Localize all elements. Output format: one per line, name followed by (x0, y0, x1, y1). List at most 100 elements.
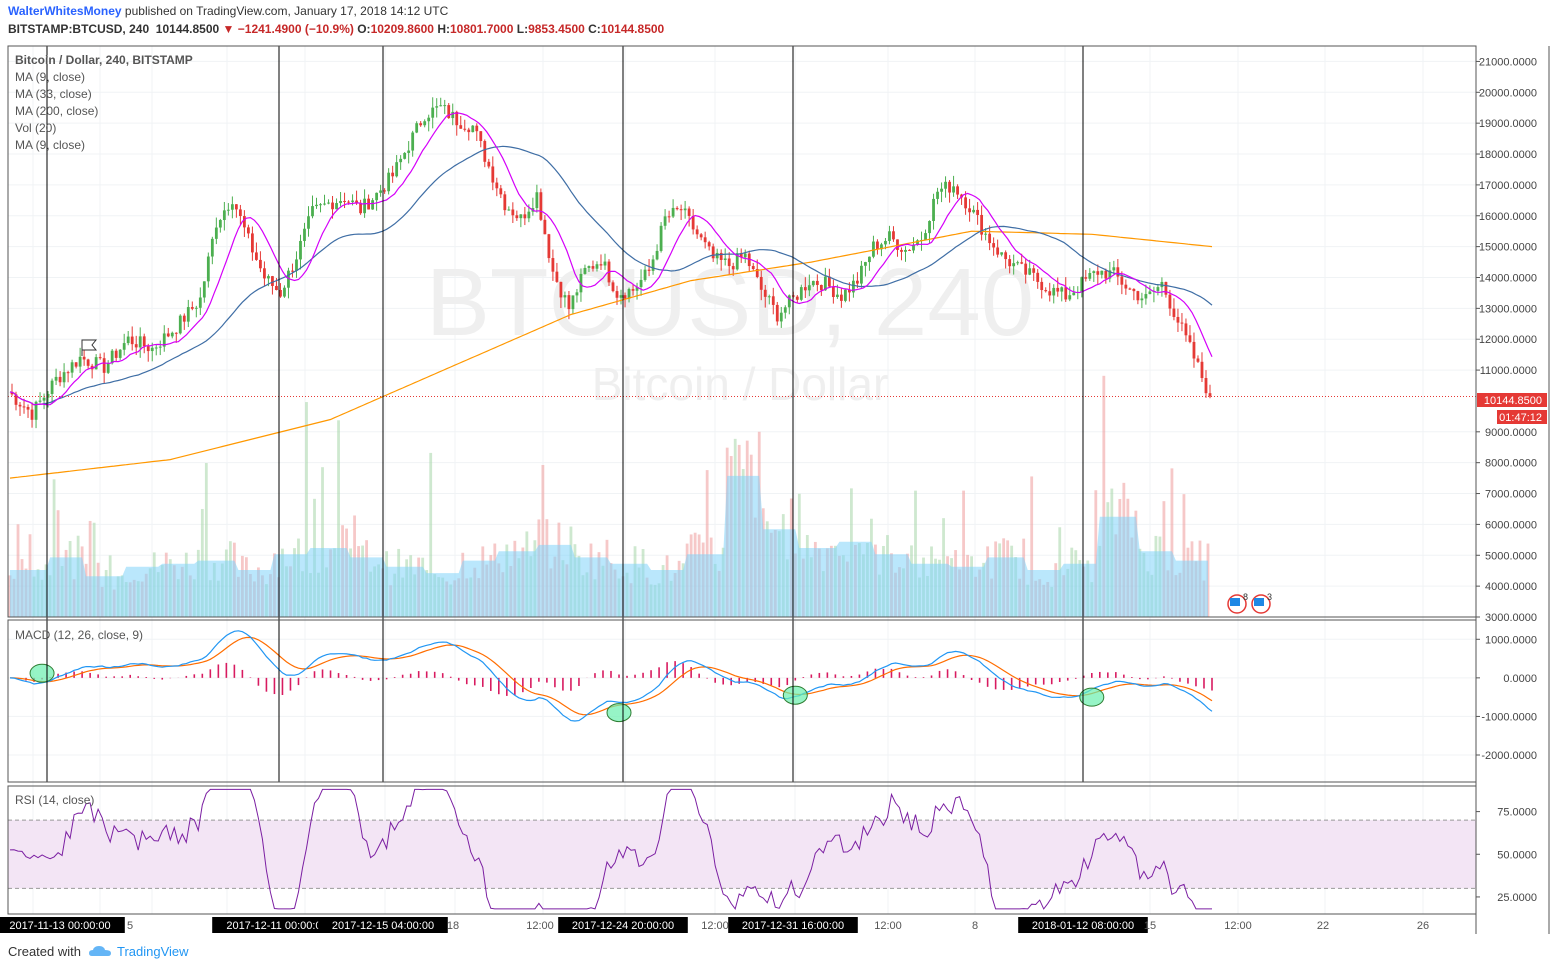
candle-body (74, 362, 78, 367)
candle-body (82, 356, 86, 360)
macd-cross-marker (782, 685, 808, 705)
candle-body (255, 252, 258, 260)
candle-body (811, 280, 815, 286)
candle-body (1008, 259, 1012, 267)
time-tick-label: 8 (972, 920, 978, 932)
candle-body (611, 282, 615, 292)
candle-body (206, 256, 210, 282)
time-tick-label: 2017-12-24 20:00:00 (572, 920, 674, 932)
candle-body (499, 188, 503, 195)
legend-ma33[interactable]: MA (33, close) (15, 87, 92, 101)
candle-body (475, 125, 479, 132)
candle-body (815, 280, 819, 285)
candle-body (18, 404, 22, 407)
candle-body (932, 198, 935, 221)
candle-body (507, 209, 511, 211)
candle-body (956, 186, 959, 195)
candle-body (771, 296, 775, 305)
candle-body (1048, 291, 1052, 296)
candle-body (1188, 335, 1192, 342)
candle-body (419, 123, 423, 126)
candle-body (142, 336, 146, 347)
candle-body (138, 336, 142, 348)
candle-body (567, 295, 571, 310)
volume-bars (8, 375, 1210, 617)
candle-body (996, 247, 1000, 255)
candle-body (363, 198, 366, 214)
candle-body (1084, 277, 1088, 279)
candle-body (924, 233, 927, 240)
candle-body (399, 158, 403, 163)
candle-body (22, 406, 26, 408)
candle-body (799, 287, 803, 300)
macd-tick-label: 1000.0000 (1485, 634, 1537, 646)
candle-body (904, 249, 907, 252)
legend-ma9-volume[interactable]: MA (9, close) (15, 138, 85, 152)
candle-body (1144, 294, 1148, 299)
candle-body (1068, 295, 1072, 300)
time-tick-label: 12:00 (874, 920, 902, 932)
candle-body (1040, 281, 1044, 291)
candle-body (194, 307, 198, 309)
candle-body (347, 201, 350, 203)
candle-body (583, 267, 587, 274)
candle-body (26, 406, 30, 410)
legend-ma9[interactable]: MA (9, close) (15, 70, 85, 84)
candle-body (587, 266, 591, 268)
legend-macd[interactable]: MACD (12, 26, close, 9) (15, 628, 143, 642)
price-tick-label: 8000.0000 (1485, 458, 1537, 470)
price-tick-label: 13000.0000 (1479, 303, 1537, 315)
tradingview-link[interactable]: TradingView (117, 944, 189, 959)
candle-body (42, 397, 46, 401)
rsi-band (8, 820, 1476, 889)
candle-body (551, 258, 555, 272)
candle-body (968, 208, 971, 213)
candle-body (210, 238, 214, 257)
candle-body (439, 105, 443, 107)
candle-body (1180, 322, 1184, 324)
event-icon-a[interactable]: 8 (1227, 592, 1248, 614)
event-icon-b[interactable]: 3 (1251, 592, 1272, 614)
candle-body (459, 125, 463, 129)
legend-ma200[interactable]: MA (200, close) (15, 104, 98, 118)
candle-body (952, 186, 955, 193)
candle-body (66, 372, 70, 374)
candle-body (198, 297, 202, 308)
watermark-name: Bitcoin / Dollar (592, 358, 889, 410)
candle-body (1196, 358, 1200, 362)
legend-volume[interactable]: Vol (20) (15, 121, 56, 135)
price-tick-label: 4000.0000 (1485, 581, 1537, 593)
time-tick-label: 22 (1317, 920, 1329, 932)
candle-body (667, 216, 671, 218)
candle-body (375, 192, 379, 201)
price-tick-label: 16000.0000 (1479, 211, 1537, 223)
time-tick-label: 2017-11-13 00:00:00 (9, 920, 110, 932)
candle-body (928, 220, 931, 234)
candle-body (976, 209, 980, 215)
legend-rsi[interactable]: RSI (14, close) (15, 793, 94, 807)
candle-body (218, 220, 222, 228)
candle-body (1072, 292, 1076, 296)
candle-body (1000, 252, 1004, 255)
candle-body (359, 202, 362, 214)
time-axis: 2017-11-13 00:00:00 5 2017-12-11 00:00:00 2… (0, 917, 1429, 933)
candle-body (988, 233, 992, 244)
rsi-tick-label: 75.0000 (1497, 807, 1537, 819)
candle-body (831, 286, 835, 298)
candle-body (819, 284, 823, 291)
price-tick-label: 9000.0000 (1485, 427, 1537, 439)
tradingview-cloud-icon (88, 945, 111, 960)
candle-body (303, 228, 306, 241)
candle-body (238, 209, 242, 217)
candle-body (759, 276, 763, 290)
candle-body (158, 346, 162, 348)
volume-ma-area (10, 475, 1208, 617)
candle-body (30, 409, 34, 420)
candle-body (523, 214, 527, 219)
candle-body (563, 295, 567, 298)
candle-body (299, 240, 302, 260)
candle-body (495, 182, 499, 189)
rsi-tick-label: 25.0000 (1497, 892, 1537, 904)
chart-area[interactable]: BTCUSD, 240 Bitcoin / Dollar 21000.00002… (0, 0, 1554, 971)
candle-body (186, 307, 190, 322)
